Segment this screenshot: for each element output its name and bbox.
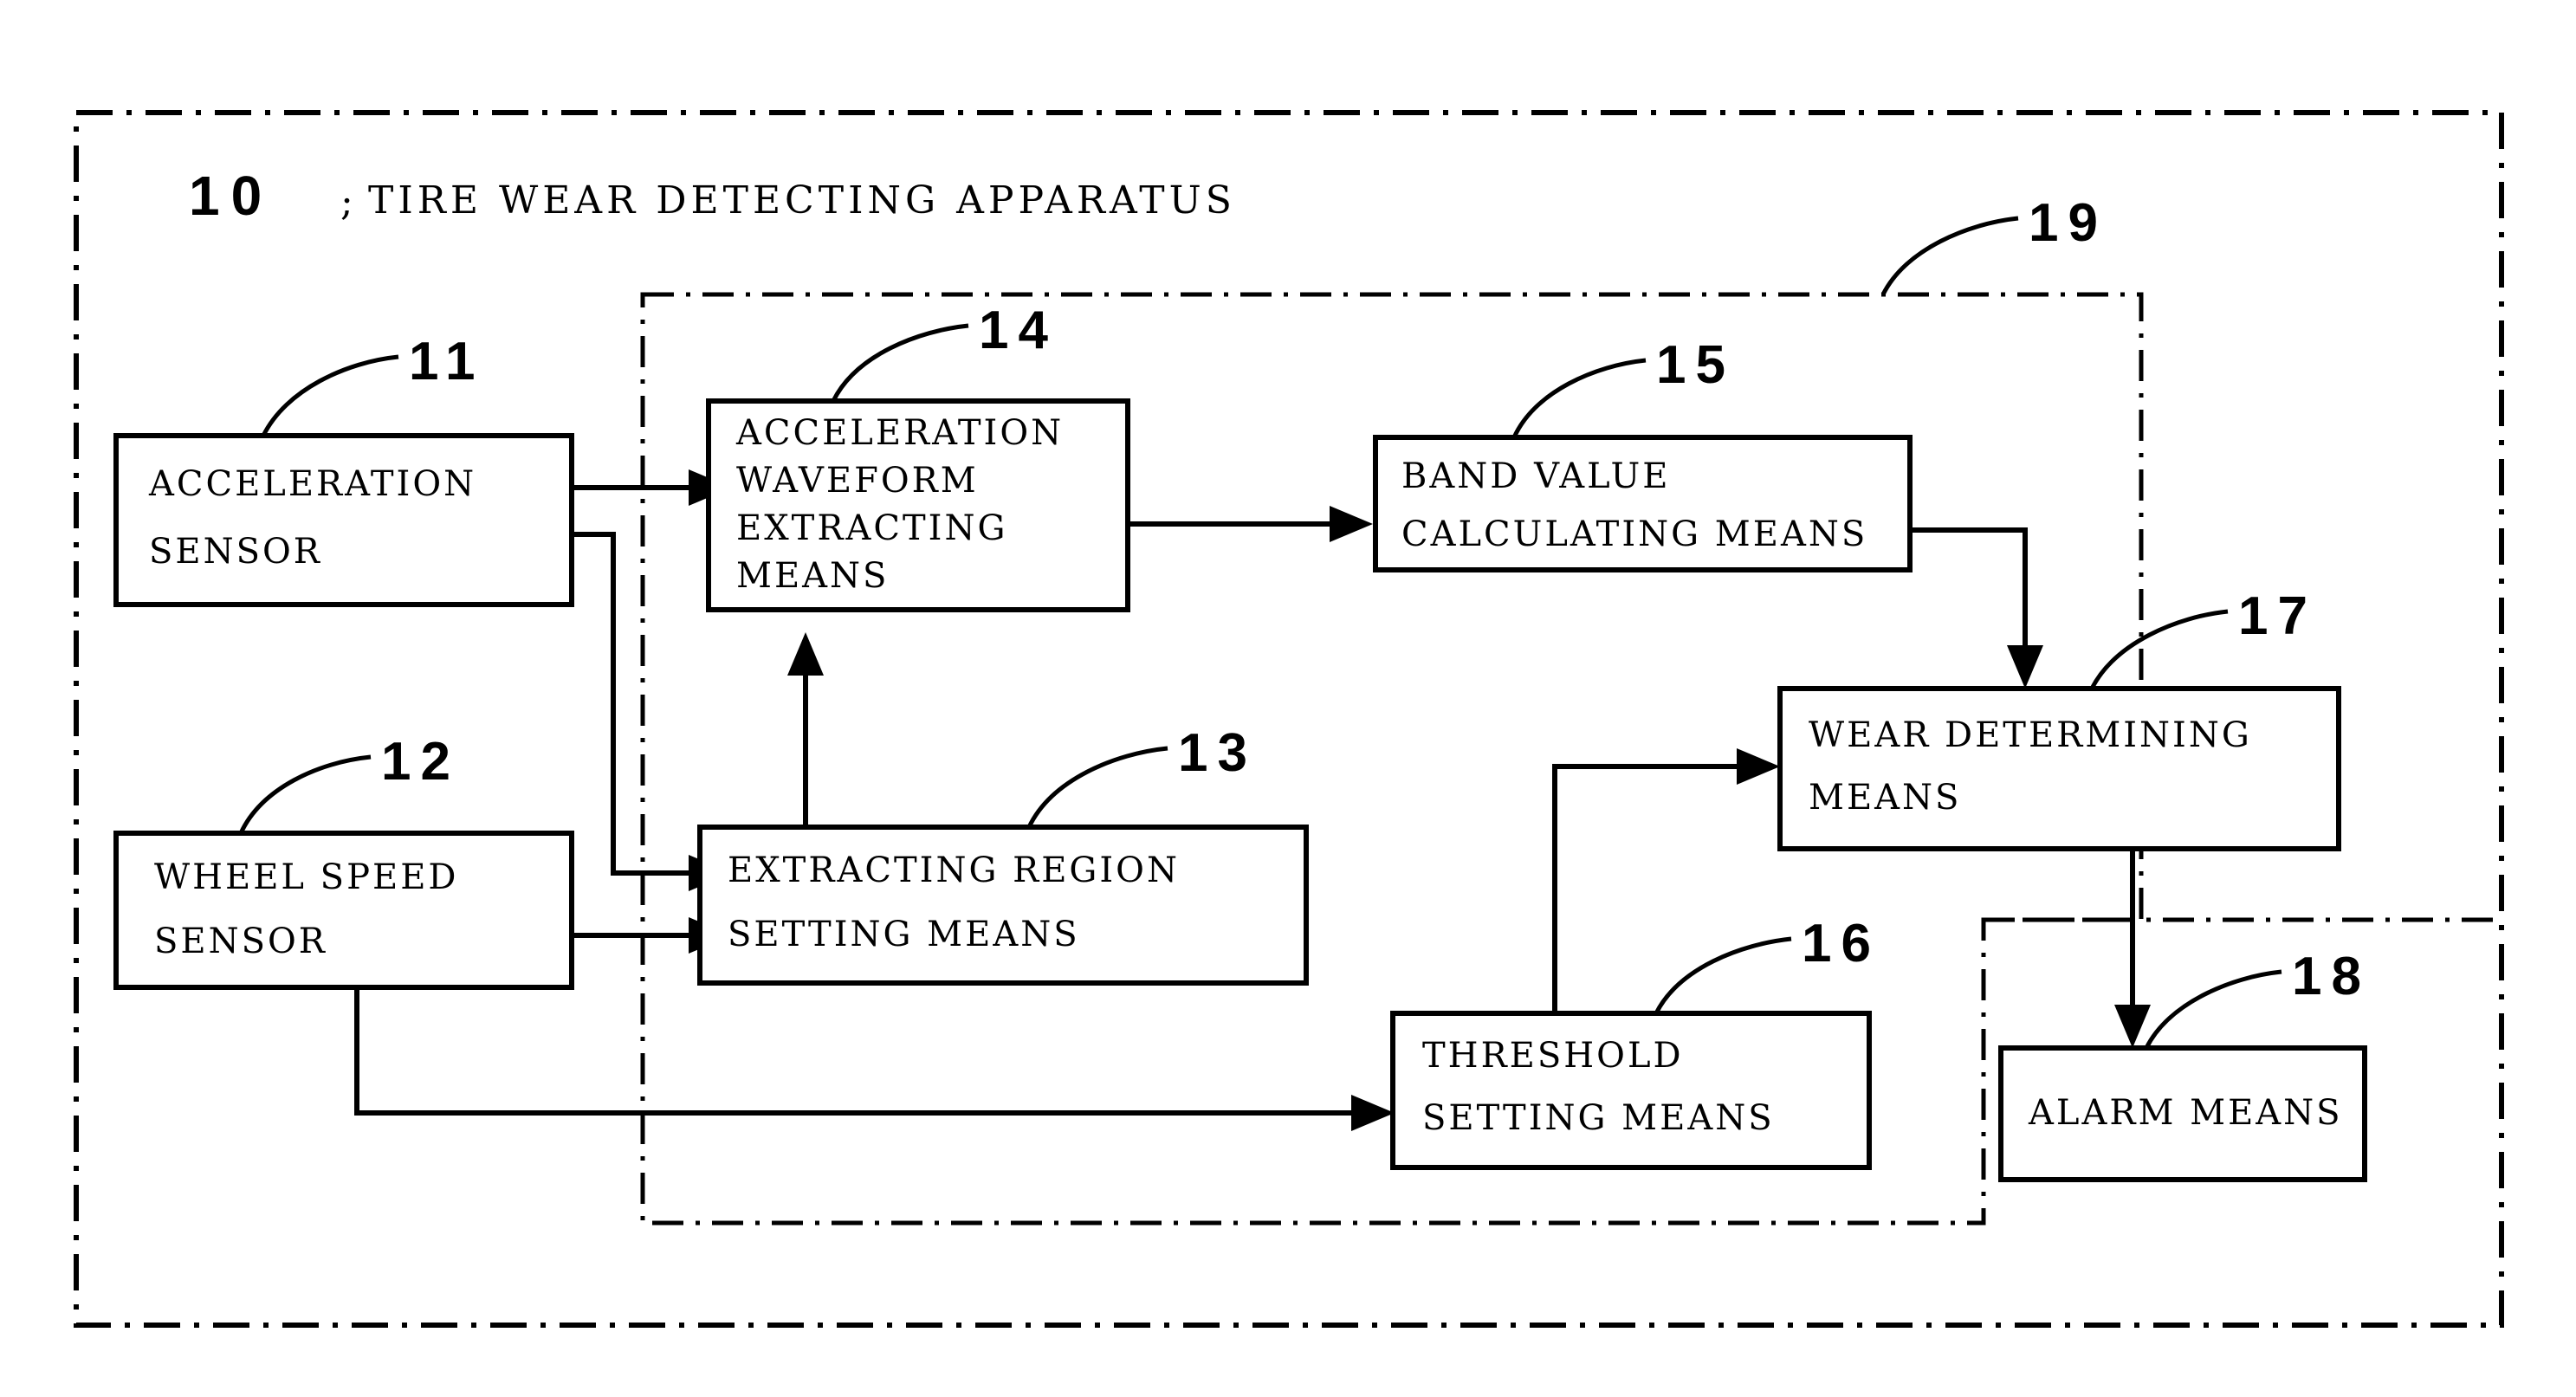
block-18-line-1: ALARM MEANS: [2028, 1093, 2343, 1133]
wire-threshold-to-wear-determining: [1552, 748, 1780, 1026]
block-13-line-1: EXTRACTING REGION: [728, 850, 1180, 890]
leader-17: 17: [2089, 586, 2317, 690]
block-band-value-calculating-means[interactable]: BAND VALUE CALCULATING MEANS: [1373, 435, 1913, 572]
ref-number-11: 11: [409, 332, 485, 391]
wire-band-value-to-wear-determining: [1910, 527, 2043, 689]
ref-number-19: 19: [2029, 193, 2107, 253]
block-wear-determining-means[interactable]: WEAR DETERMINING MEANS: [1777, 686, 2341, 851]
leader-16: 16: [1654, 914, 1880, 1015]
block-14-line-2: WAVEFORM: [736, 461, 979, 501]
block-threshold-setting-means[interactable]: THRESHOLD SETTING MEANS: [1390, 1011, 1872, 1170]
leader-15: 15: [1511, 335, 1735, 439]
block-14-line-4: MEANS: [736, 556, 889, 596]
ref-number-13: 13: [1178, 723, 1257, 783]
figure-canvas: 10 ; TIRE WEAR DETECTING APPARATUS ACCEL…: [0, 0, 2576, 1397]
leader-12: 12: [238, 732, 460, 835]
block-11-line-2: SENSOR: [149, 532, 322, 572]
ref-number-16: 16: [1802, 914, 1880, 973]
figure-title-text: TIRE WEAR DETECTING APPARATUS: [368, 178, 1236, 223]
block-acceleration-sensor[interactable]: ACCELERATION SENSOR: [113, 433, 574, 607]
figure-title-number: 10: [189, 165, 273, 227]
block-17-line-1: WEAR DETERMINING: [1809, 715, 2252, 755]
block-16-line-1: THRESHOLD: [1422, 1036, 1684, 1076]
block-wheel-speed-sensor[interactable]: WHEEL SPEED SENSOR: [113, 831, 574, 990]
block-13-line-2: SETTING MEANS: [728, 915, 1080, 954]
leader-19: 19: [1880, 193, 2107, 296]
ref-number-18: 18: [2292, 947, 2371, 1006]
ref-number-12: 12: [381, 732, 460, 792]
block-extracting-region-setting-means[interactable]: EXTRACTING REGION SETTING MEANS: [697, 825, 1309, 986]
ref-number-14: 14: [979, 301, 1058, 360]
block-15-line-2: CALCULATING MEANS: [1401, 514, 1867, 554]
leader-13: 13: [1026, 723, 1257, 829]
block-14-line-3: EXTRACTING: [736, 508, 1007, 548]
wire-waveform-to-band-value: [1128, 506, 1373, 542]
block-acceleration-waveform-extracting-means[interactable]: ACCELERATION WAVEFORM EXTRACTING MEANS: [706, 398, 1130, 612]
wire-wear-determining-to-alarm: [2114, 849, 2151, 1048]
leader-14: 14: [831, 301, 1058, 403]
ref-number-15: 15: [1656, 335, 1735, 395]
wire-wheel-speed-to-threshold: [354, 987, 1395, 1131]
block-14-line-1: ACCELERATION: [735, 413, 1064, 453]
block-12-line-2: SENSOR: [154, 922, 327, 961]
block-diagram: 10 ; TIRE WEAR DETECTING APPARATUS ACCEL…: [74, 110, 2504, 1328]
figure-title-separator: ;: [340, 180, 353, 224]
ref-number-17: 17: [2238, 586, 2317, 646]
block-11-line-1: ACCELERATION: [148, 464, 476, 504]
leader-18: 18: [2144, 947, 2371, 1050]
block-15-line-1: BAND VALUE: [1401, 456, 1670, 496]
leader-11: 11: [261, 332, 485, 437]
block-16-line-2: SETTING MEANS: [1422, 1098, 1775, 1138]
block-12-line-1: WHEEL SPEED: [154, 857, 458, 897]
block-17-line-2: MEANS: [1809, 778, 1961, 818]
block-alarm-means[interactable]: ALARM MEANS: [1998, 1045, 2367, 1182]
